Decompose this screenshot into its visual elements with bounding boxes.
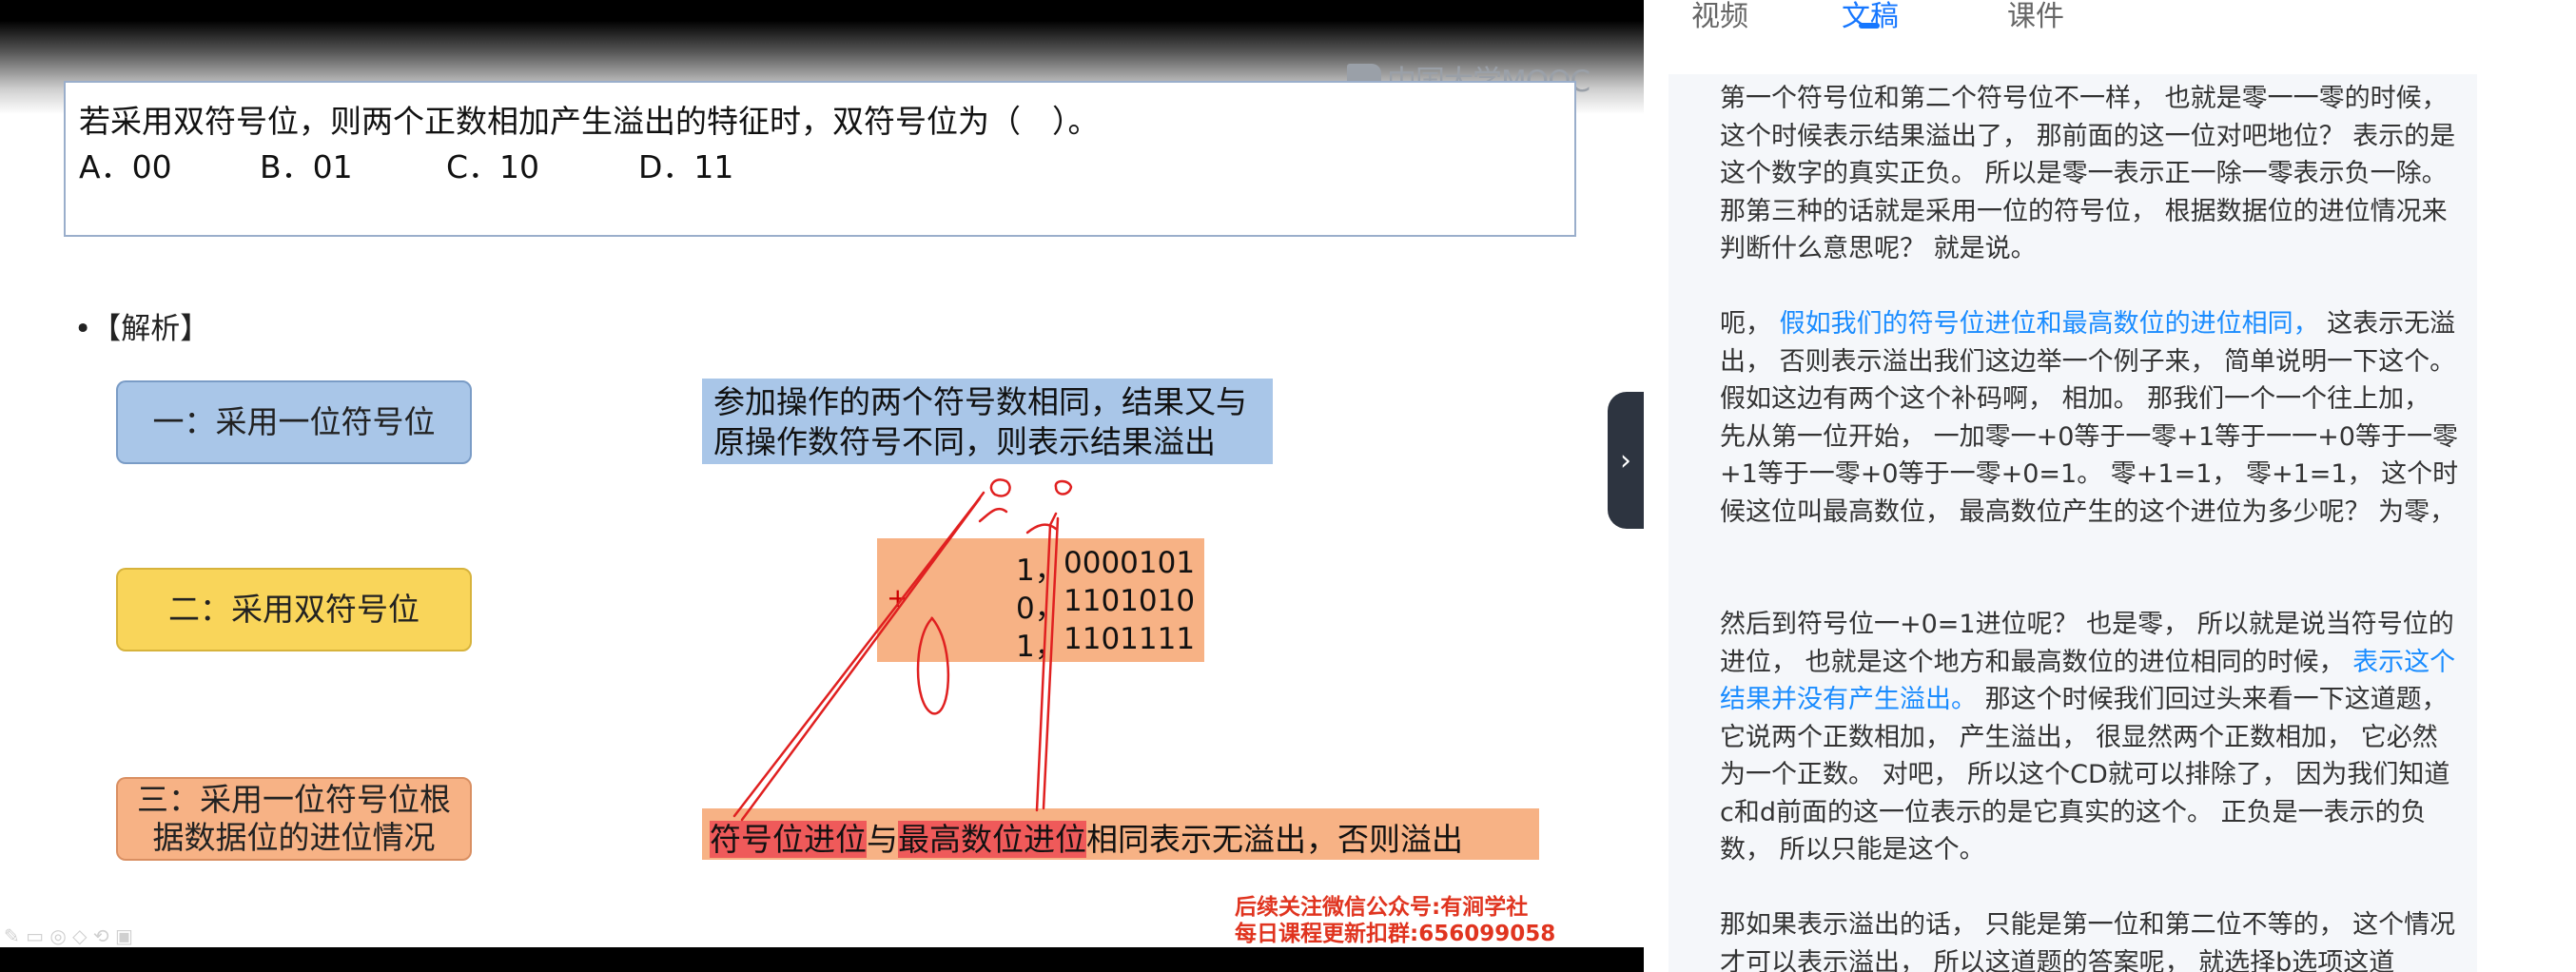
highlight-top-carry: 最高数位进位 [898,821,1086,858]
question-text: 若采用双符号位，则两个正数相加产生溢出的特征时，双符号位为（ ）。 [79,103,1100,140]
sum-row: 1， 1101111 [877,622,1204,664]
plus-sign: + [887,582,909,613]
promo-line: 后续关注微信公众号:有涧学社 [1235,895,1529,920]
transcript-highlight[interactable]: 假如我们的符号位进位和最高数位的进位相同， [1780,309,2319,339]
data-bits: 1101010 [1064,584,1196,618]
analysis-label: •【解析】 [74,312,210,346]
option-a: A．00 [79,148,172,185]
tab-transcript[interactable]: 文稿 [1842,0,1899,34]
option-b: B．01 [260,148,353,185]
method-two-box: 二：采用双符号位 [116,568,472,651]
active-tab-indicator [1859,23,1880,29]
addend-row: 0， 1101010 [877,584,1204,626]
annotation-circle [1054,479,1073,496]
chevron-right-icon: › [1620,443,1631,477]
question-box: 若采用双符号位，则两个正数相加产生溢出的特征时，双符号位为（ ）。 A．00 B… [64,81,1576,237]
transcript-paragraph: 第一个符号位和第二个符号位不一样， 也就是零一一零的时候， 这个时候表示结果溢出… [1720,80,2462,268]
data-bits: 1101111 [1064,622,1196,656]
annotation-curl [1025,523,1058,535]
pen-toolbar[interactable]: ✎ ▭ ◎ ◇ ⟲ ▣ [4,924,133,947]
sign-bit: 1， [1016,554,1064,588]
promo-line: 每日课程更新扣群:656099058 [1235,922,1556,946]
overflow-rule-box: 参加操作的两个符号数相同，结果又与原操作数符号不同，则表示结果溢出 [702,379,1273,464]
method-three-box: 三：采用一位符号位根据数据位的进位情况 [116,777,472,861]
sign-bit: 0， [1016,592,1064,626]
conclusion-box: 符号位进位与最高数位进位相同表示无溢出，否则溢出 [702,808,1539,860]
transcript-paragraph: 那如果表示溢出的话， 只能是第一位和第二位不等的， 这个情况才可以表示溢出， 所… [1720,906,2462,972]
method-one-box: 一：采用一位符号位 [116,380,472,464]
tab-courseware[interactable]: 课件 [2007,0,2064,34]
tab-video[interactable]: 视频 [1691,0,1748,34]
transcript-paragraph: 呃， 假如我们的符号位进位和最高数位的进位相同， 这表示无溢出， 否则表示溢出我… [1720,305,2462,531]
transcript-paragraph: 然后到符号位一+0=1进位呢？ 也是零， 所以就是说当符号位的进位， 也就是这个… [1720,606,2462,869]
option-d: D．11 [638,148,734,185]
side-panel: 视频 文稿 课件 第一个符号位和第二个符号位不一样， 也就是零一一零的时候， 这… [1644,0,2576,972]
addend-row: 1， 0000101 [877,546,1204,588]
conclusion-tail: 相同表示无溢出，否则溢出 [1086,821,1463,858]
data-bits: 0000101 [1064,546,1196,580]
transcript-text: 然后到符号位一+0=1进位呢？ 也是零， 所以就是说当符号位的进位， 也就是这个… [1720,610,2454,677]
sign-bit: 1， [1016,630,1064,664]
highlight-sign-carry: 符号位进位 [710,821,867,858]
transcript-text: 第一个符号位和第二个符号位不一样， 也就是零一一零的时候， 这个时候表示结果溢出… [1720,84,2456,263]
conclusion-connector: 与 [867,821,898,858]
annotation-curl [978,507,1008,523]
transcript-text: 这表示无溢出， 否则表示溢出我们这边举一个例子来， 简单说明一下这个。 假如这边… [1720,309,2459,527]
video-player[interactable]: 中国大学MOOC 若采用双符号位，则两个正数相加产生溢出的特征时，双符号位为（ … [0,0,1644,972]
promo-text: 后续关注微信公众号:有涧学社 每日课程更新扣群:656099058 [1235,894,1555,947]
video-bottom-bar [0,947,1644,972]
binary-addition-box: 1， 0000101 0， 1101010 1， 1101111 + [877,538,1204,664]
transcript-text: 呃， [1720,309,1780,339]
transcript-content[interactable]: 第一个符号位和第二个符号位不一样， 也就是零一一零的时候， 这个时候表示结果溢出… [1669,74,2477,972]
transcript-text: 那如果表示溢出的话， 只能是第一位和第二位不等的， 这个情况才可以表示溢出， 所… [1720,910,2456,972]
collapse-panel-button[interactable]: › [1608,392,1644,529]
option-c: C．10 [446,148,540,185]
annotation-circle [989,478,1011,497]
